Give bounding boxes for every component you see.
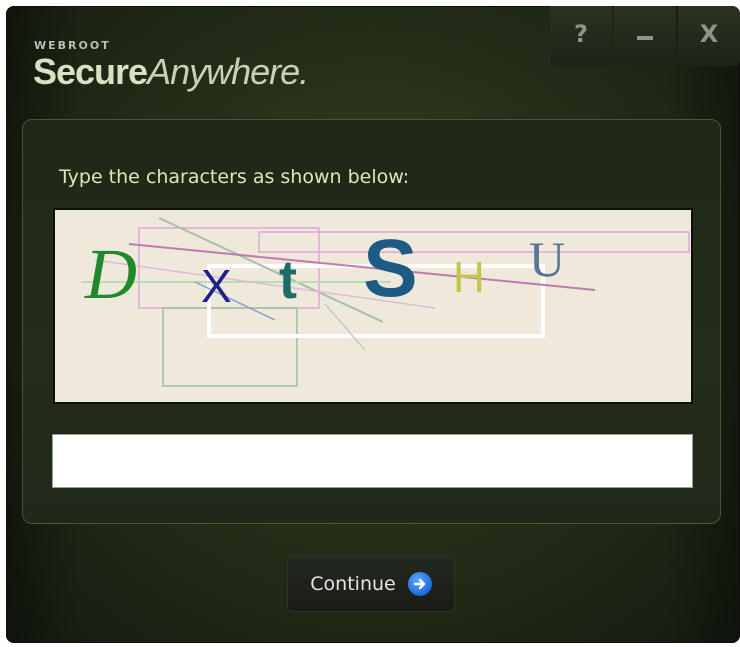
arrow-right-glyph xyxy=(413,578,425,590)
close-icon: X xyxy=(699,20,719,48)
continue-button[interactable]: Continue xyxy=(287,556,455,612)
captcha-prompt: Type the characters as shown below: xyxy=(59,166,410,188)
captcha-noise xyxy=(162,307,298,387)
brand-bold: Secure xyxy=(33,51,148,92)
close-button[interactable]: X xyxy=(678,6,740,66)
brand-light: Anywhere xyxy=(147,51,300,92)
captcha-char: U xyxy=(529,231,565,287)
window-controls: ? X xyxy=(548,6,740,66)
captcha-image: D X t S H U xyxy=(53,208,693,404)
captcha-char: t xyxy=(279,250,297,310)
captcha-char: S xyxy=(363,223,418,314)
minimize-icon xyxy=(637,36,653,40)
captcha-svg: D X t S H U xyxy=(81,217,690,387)
captcha-char: D xyxy=(84,234,137,314)
captcha-noise xyxy=(258,231,690,253)
brand-suffix: . xyxy=(299,51,309,92)
captcha-char: H xyxy=(453,253,485,302)
arrow-right-circle-icon xyxy=(407,572,432,596)
captcha-noise xyxy=(158,217,384,323)
help-button[interactable]: ? xyxy=(550,6,612,66)
brand-logo: SecureAnywhere. xyxy=(33,51,309,93)
help-icon: ? xyxy=(574,20,588,48)
continue-label: Continue xyxy=(310,573,396,595)
captcha-answer-input[interactable] xyxy=(52,434,693,488)
captcha-char: X xyxy=(201,260,232,312)
minimize-button[interactable] xyxy=(614,6,676,66)
